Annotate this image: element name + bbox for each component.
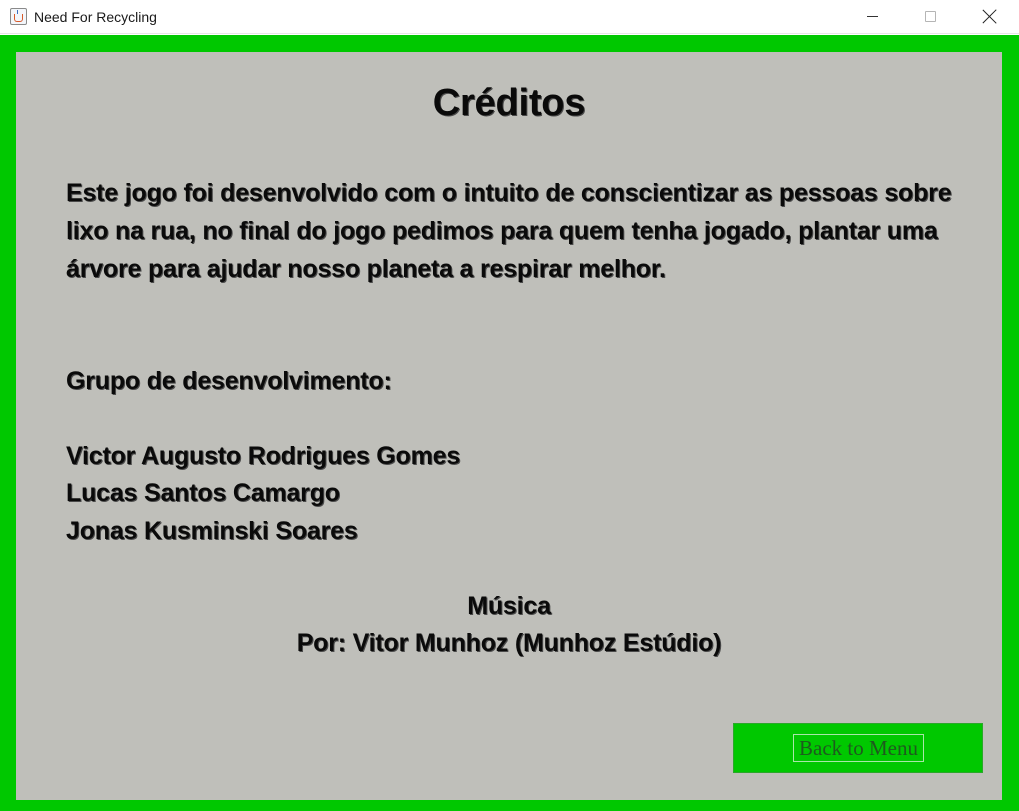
java-cup-icon bbox=[10, 8, 27, 25]
close-icon bbox=[982, 8, 998, 24]
member-name: Victor Augusto Rodrigues Gomes bbox=[66, 442, 461, 470]
game-frame: Créditos Este jogo foi desenvolvido com … bbox=[0, 35, 1019, 811]
maximize-icon bbox=[925, 11, 936, 22]
music-title: Música bbox=[467, 592, 551, 620]
window-title: Need For Recycling bbox=[34, 9, 157, 25]
maximize-button[interactable] bbox=[901, 0, 959, 34]
member-name: Lucas Santos Camargo bbox=[66, 479, 340, 507]
back-to-menu-label: Back to Menu bbox=[793, 734, 924, 762]
member-name: Jonas Kusminski Soares bbox=[66, 517, 358, 545]
close-button[interactable] bbox=[959, 0, 1017, 34]
credits-heading: Créditos bbox=[432, 82, 586, 124]
minimize-button[interactable] bbox=[843, 0, 901, 34]
music-credit: Por: Vitor Munhoz (Munhoz Estúdio) bbox=[296, 629, 722, 657]
credits-description: Este jogo foi desenvolvido com o intuito… bbox=[66, 179, 952, 283]
group-label: Grupo de desenvolvimento: bbox=[66, 367, 392, 395]
title-bar[interactable]: Need For Recycling bbox=[0, 0, 1019, 34]
minimize-icon bbox=[867, 16, 878, 17]
app-window: Need For Recycling Créditos Este jogo fo… bbox=[0, 0, 1019, 811]
back-to-menu-button[interactable]: Back to Menu bbox=[733, 723, 983, 773]
credits-panel: Créditos Este jogo foi desenvolvido com … bbox=[16, 52, 1002, 800]
